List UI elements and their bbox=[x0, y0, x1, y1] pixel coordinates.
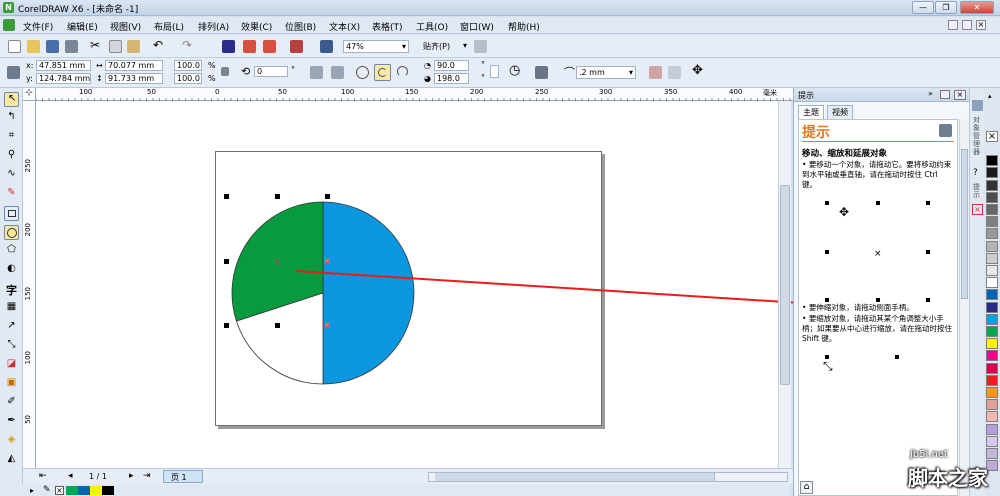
docker-title: 提示 bbox=[798, 91, 814, 100]
palette-swatch[interactable] bbox=[986, 179, 998, 191]
palette-swatch[interactable] bbox=[986, 252, 998, 264]
no-color-swatch[interactable]: × bbox=[55, 486, 64, 495]
vertical-scrollbar[interactable] bbox=[778, 101, 791, 468]
palette-swatch[interactable] bbox=[986, 289, 998, 301]
doc-color-swatch[interactable] bbox=[90, 486, 102, 495]
eyedropper-status-icon[interactable]: ✎ bbox=[43, 485, 51, 495]
hint-scale-text: 要缩放对象，请拖动其某个角调整大小手柄；如果要从中心进行缩放，请在拖动时按住 S… bbox=[802, 314, 952, 343]
palette-swatch[interactable] bbox=[986, 277, 998, 289]
page-counter: 1 / 1 bbox=[89, 472, 107, 481]
horizontal-scrollbar[interactable] bbox=[428, 472, 788, 482]
doc-color-swatch[interactable] bbox=[66, 486, 78, 495]
docker-scrollbar[interactable] bbox=[959, 119, 969, 496]
docker-tab-strip: 对象管理器 ? 提示 × bbox=[969, 88, 984, 496]
hints-help-icon[interactable]: ? bbox=[973, 168, 978, 178]
handle-top-middle bbox=[275, 194, 280, 199]
palette-swatch[interactable] bbox=[986, 326, 998, 337]
side-tab-hints[interactable]: 提示 bbox=[973, 183, 983, 199]
palette-swatch[interactable] bbox=[986, 204, 998, 215]
page-tab-label: 页 1 bbox=[171, 473, 187, 482]
horizontal-scroll-thumb[interactable] bbox=[435, 473, 715, 481]
palette-swatch[interactable] bbox=[986, 350, 998, 362]
move-diagram: × ✥ bbox=[825, 201, 930, 302]
page-navigator: ⇤ ◂ 1 / 1 ▸ ⇥ 页 1 bbox=[23, 468, 793, 484]
book-icon[interactable] bbox=[939, 124, 952, 137]
pie-slice-blue[interactable] bbox=[322, 201, 415, 385]
palette-swatch[interactable] bbox=[986, 191, 998, 203]
resize-cursor-icon: ⤡ bbox=[823, 359, 833, 373]
handle-top-right bbox=[325, 194, 330, 199]
palette-swatch[interactable] bbox=[986, 411, 998, 423]
vertical-scroll-thumb[interactable] bbox=[780, 185, 790, 385]
watermark-text: 脚本之家 bbox=[908, 466, 988, 490]
doc-color-swatch[interactable] bbox=[78, 486, 90, 495]
palette-swatch[interactable] bbox=[986, 155, 998, 167]
side-tab-object-manager[interactable]: 对象管理器 bbox=[973, 116, 983, 156]
handle-top-left bbox=[224, 194, 229, 199]
tab-topics[interactable]: 主题 bbox=[798, 105, 824, 120]
docker-scroll-thumb[interactable] bbox=[961, 149, 968, 299]
center-x-marker: × bbox=[274, 258, 282, 268]
palette-swatch[interactable] bbox=[986, 301, 998, 313]
docker-minimize-button[interactable] bbox=[940, 90, 950, 99]
docker-content: 提示 移动、缩放和延展对象 • 要移动一个对象，请拖动它。要将移动约束到水平轴或… bbox=[798, 119, 958, 496]
palette-swatch[interactable] bbox=[986, 423, 998, 435]
color-palette: ▴ × bbox=[984, 88, 1000, 496]
doc-color-swatch[interactable] bbox=[102, 486, 114, 495]
docker-heading: 提示 bbox=[802, 125, 830, 141]
handle-middle-left bbox=[224, 259, 229, 264]
handle-bottom-middle bbox=[275, 323, 280, 328]
section-title: 移动、缩放和延展对象 bbox=[802, 149, 888, 159]
side-close-icon[interactable]: × bbox=[972, 204, 983, 215]
node-marker-center bbox=[325, 259, 329, 263]
palette-swatch[interactable] bbox=[986, 228, 998, 240]
next-page-icon[interactable]: ▸ bbox=[129, 471, 134, 481]
no-fill-swatch[interactable]: × bbox=[986, 131, 998, 142]
palette-swatch[interactable] bbox=[986, 313, 998, 325]
hint-move-text: 要移动一个对象，请拖动它。要将移动约束到水平轴或垂直轴，请在拖动时按住 Ctrl… bbox=[802, 160, 952, 189]
palette-scroll-up-icon[interactable]: ▴ bbox=[988, 92, 992, 100]
docker-close-button[interactable]: × bbox=[954, 90, 966, 100]
hint-bullet-move: • 要移动一个对象，请拖动它。要将移动约束到水平轴或垂直轴，请在拖动时按住 Ct… bbox=[802, 160, 952, 189]
watermark-url: jb5l.net bbox=[910, 449, 948, 460]
palette-swatch[interactable] bbox=[986, 362, 998, 374]
docker-header: 提示 » × bbox=[794, 88, 970, 102]
palette-swatch[interactable] bbox=[986, 338, 998, 350]
home-icon[interactable]: ⌂ bbox=[800, 481, 813, 494]
palette-swatch[interactable] bbox=[986, 265, 998, 276]
hints-docker: 提示 » × 主题 视频 提示 移动、缩放和延展对象 • 要移动一个对象，请拖动… bbox=[793, 88, 970, 496]
node-marker-bottom bbox=[325, 323, 329, 327]
status-arrow-icon: ▸ bbox=[30, 486, 35, 495]
palette-swatch[interactable] bbox=[986, 448, 998, 459]
status-bar: ▸ ✎ × bbox=[0, 484, 790, 496]
palette-swatch[interactable] bbox=[986, 387, 998, 398]
palette-swatch[interactable] bbox=[986, 216, 998, 228]
heading-divider bbox=[802, 141, 954, 142]
object-manager-icon[interactable] bbox=[972, 100, 983, 111]
scale-diagram: ⤡ bbox=[823, 355, 899, 373]
svg-text:×: × bbox=[874, 249, 882, 259]
palette-swatch[interactable] bbox=[986, 399, 998, 411]
move-cursor-icon: ✥ bbox=[839, 205, 849, 219]
hint-bullet-stretch: • 要伸缩对象，请拖动侧面手柄。 bbox=[802, 303, 914, 312]
first-page-icon[interactable]: ⇤ bbox=[39, 471, 47, 481]
hint-bullet-scale: • 要缩放对象，请拖动其某个角调整大小手柄；如果要从中心进行缩放，请在拖动时按住… bbox=[802, 314, 952, 343]
palette-swatch[interactable] bbox=[986, 374, 998, 386]
palette-swatch[interactable] bbox=[986, 240, 998, 252]
page-tab[interactable]: 页 1 bbox=[163, 470, 203, 483]
hint-stretch-text: 要伸缩对象，请拖动侧面手柄。 bbox=[808, 303, 914, 312]
docker-collapse-icon[interactable]: » bbox=[928, 89, 933, 98]
prev-page-icon[interactable]: ◂ bbox=[68, 471, 73, 481]
palette-swatch[interactable] bbox=[986, 435, 998, 447]
last-page-icon[interactable]: ⇥ bbox=[143, 471, 151, 481]
palette-swatch[interactable] bbox=[986, 167, 998, 179]
handle-bottom-left bbox=[224, 323, 229, 328]
tab-videos[interactable]: 视频 bbox=[827, 105, 853, 119]
